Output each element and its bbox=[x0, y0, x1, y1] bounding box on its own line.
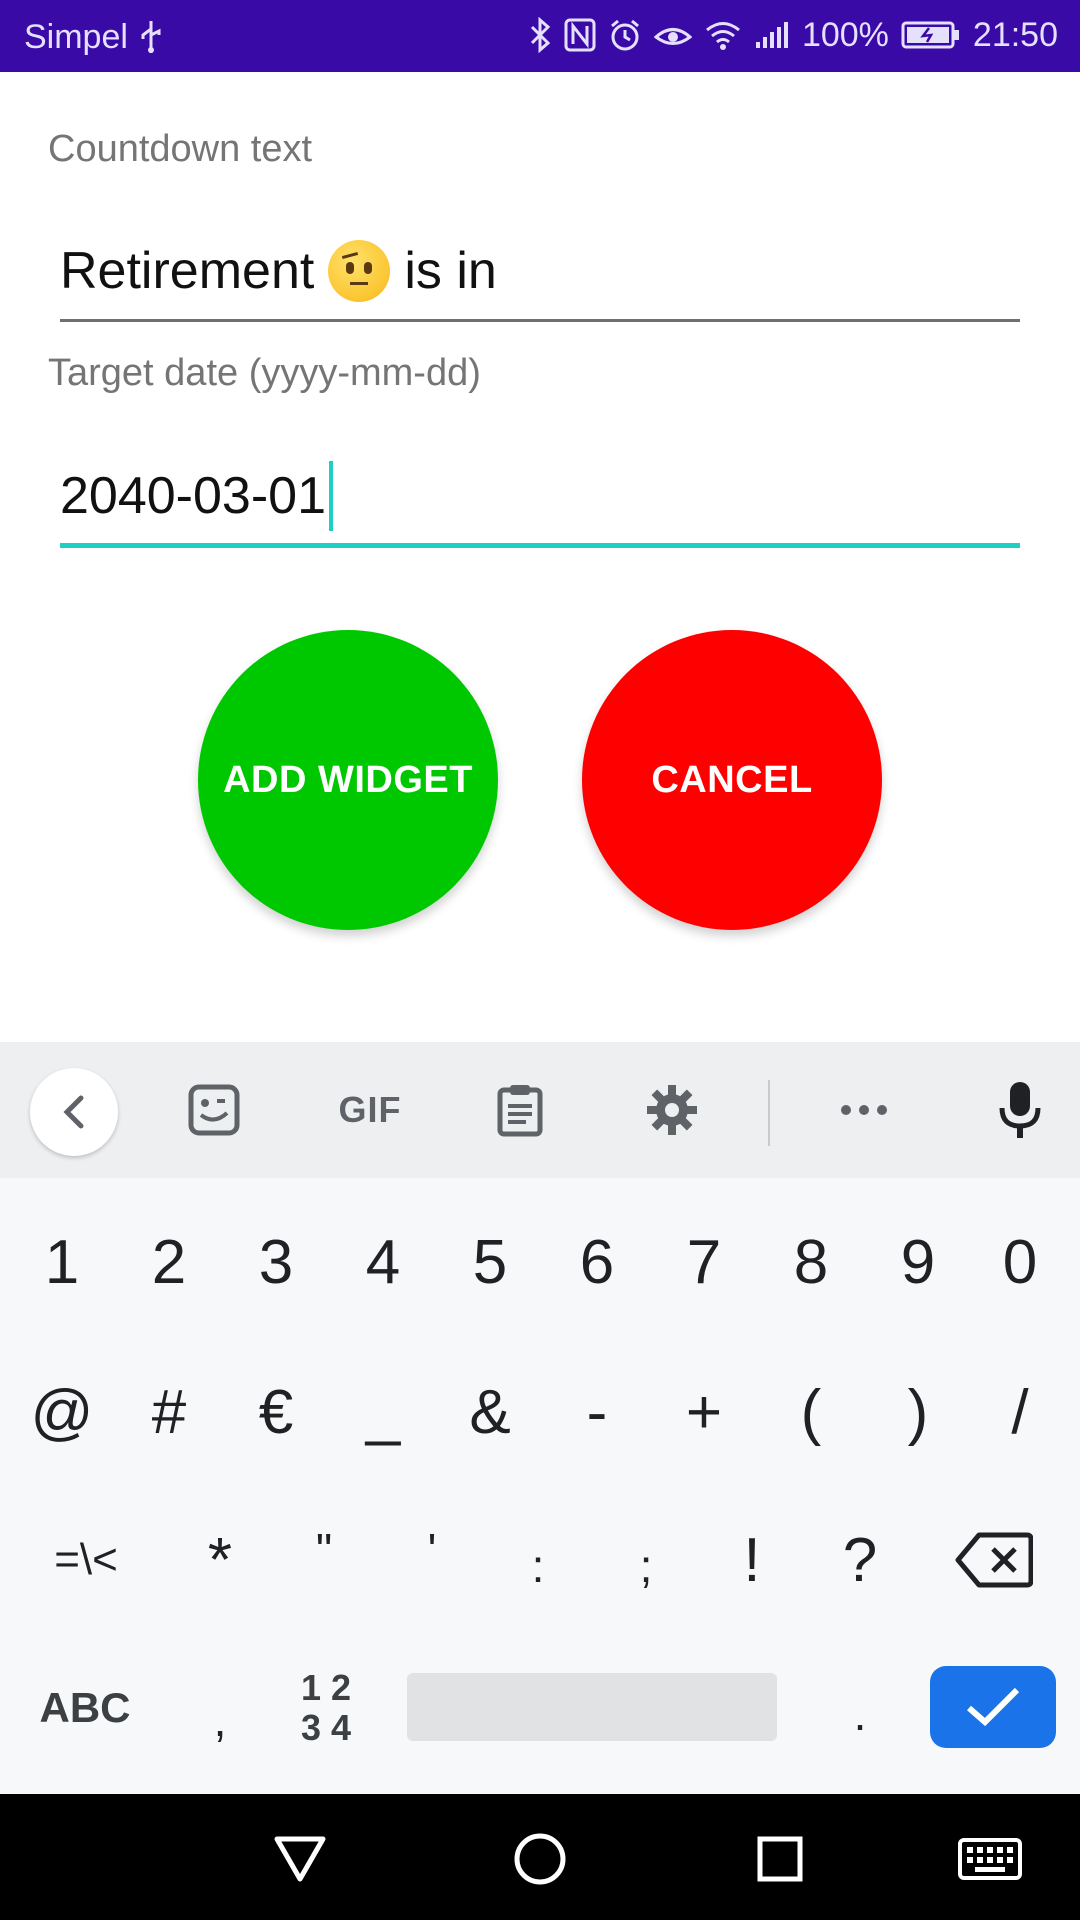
target-date-input[interactable]: 2040-03-01 bbox=[60, 448, 1020, 548]
back-triangle-icon[interactable] bbox=[265, 1824, 335, 1894]
status-left: Simpel bbox=[24, 16, 164, 58]
key-at[interactable]: @ bbox=[8, 1342, 116, 1482]
key-3[interactable]: 3 bbox=[222, 1192, 330, 1332]
key-asterisk[interactable]: * bbox=[166, 1490, 274, 1630]
eye-comfort-icon bbox=[653, 14, 692, 56]
countdown-text-part2: is in bbox=[404, 241, 497, 300]
carrier-name: Simpel bbox=[24, 17, 128, 56]
keyboard-switch-icon[interactable] bbox=[955, 1824, 1025, 1894]
countdown-text-label: Countdown text bbox=[48, 128, 313, 170]
key-slash[interactable]: / bbox=[966, 1342, 1074, 1482]
key-question[interactable]: ? bbox=[806, 1490, 914, 1630]
key-8[interactable]: 8 bbox=[757, 1192, 865, 1332]
abc-key[interactable]: ABC bbox=[30, 1638, 140, 1778]
key-exclamation[interactable]: ! bbox=[698, 1490, 806, 1630]
key-0[interactable]: 0 bbox=[966, 1192, 1074, 1332]
key-colon[interactable]: : bbox=[484, 1496, 592, 1636]
status-right: 100% 21:50 bbox=[528, 14, 1058, 56]
key-1[interactable]: 1 bbox=[8, 1192, 116, 1332]
countdown-text-part1: Retirement bbox=[60, 241, 315, 300]
cancel-button[interactable]: CANCEL bbox=[582, 630, 882, 930]
battery-percent: 100% bbox=[801, 15, 889, 54]
numpad-key[interactable]: 1 2 3 4 bbox=[272, 1638, 380, 1778]
key-open-paren[interactable]: ( bbox=[757, 1342, 865, 1482]
status-bar: Simpel 100% 21:50 bbox=[0, 0, 1080, 72]
key-7[interactable]: 7 bbox=[650, 1192, 758, 1332]
space-bar[interactable] bbox=[407, 1673, 777, 1741]
usb-icon bbox=[138, 16, 164, 58]
recents-square-icon[interactable] bbox=[745, 1824, 815, 1894]
key-6[interactable]: 6 bbox=[543, 1192, 651, 1332]
key-ampersand[interactable]: & bbox=[436, 1342, 544, 1482]
alarm-icon bbox=[608, 14, 642, 56]
key-5[interactable]: 5 bbox=[436, 1192, 544, 1332]
more-icon[interactable] bbox=[820, 1042, 908, 1178]
bluetooth-icon bbox=[528, 14, 552, 56]
sticker-icon[interactable] bbox=[170, 1042, 258, 1178]
face-with-raised-eyebrow-icon bbox=[328, 239, 391, 302]
add-widget-button[interactable]: ADD WIDGET bbox=[198, 630, 498, 930]
numpad-key-bottom: 3 4 bbox=[300, 1707, 352, 1748]
enter-key[interactable] bbox=[930, 1666, 1056, 1748]
key-single-quote[interactable]: ' bbox=[378, 1480, 486, 1620]
text-cursor bbox=[329, 460, 333, 531]
back-icon[interactable] bbox=[30, 1068, 118, 1156]
key-period[interactable]: . bbox=[806, 1644, 914, 1784]
mic-icon[interactable] bbox=[976, 1042, 1064, 1178]
key-comma[interactable]: , bbox=[166, 1650, 274, 1790]
key-hash[interactable]: # bbox=[115, 1342, 223, 1482]
key-euro[interactable]: € bbox=[222, 1342, 330, 1482]
key-plus[interactable]: + bbox=[650, 1342, 758, 1482]
key-close-paren[interactable]: ) bbox=[864, 1342, 972, 1482]
target-date-value: 2040-03-01 bbox=[60, 466, 326, 525]
key-minus[interactable]: - bbox=[543, 1342, 651, 1482]
toolbar-divider bbox=[768, 1080, 770, 1146]
backspace-icon[interactable] bbox=[940, 1490, 1048, 1630]
gif-icon[interactable]: GIF bbox=[320, 1042, 420, 1178]
key-semicolon[interactable]: ; bbox=[592, 1496, 700, 1636]
home-circle-icon[interactable] bbox=[505, 1824, 575, 1894]
navigation-bar bbox=[0, 1794, 1080, 1920]
clock: 21:50 bbox=[972, 15, 1058, 54]
key-more-symbols[interactable]: =\< bbox=[24, 1490, 148, 1630]
checkmark-icon bbox=[967, 1687, 1020, 1727]
nfc-icon bbox=[564, 14, 596, 56]
key-4[interactable]: 4 bbox=[329, 1192, 437, 1332]
clipboard-icon[interactable] bbox=[476, 1042, 564, 1178]
target-date-label: Target date (yyyy-mm-dd) bbox=[48, 352, 481, 394]
key-9[interactable]: 9 bbox=[864, 1192, 972, 1332]
settings-icon[interactable] bbox=[628, 1042, 716, 1178]
key-double-quote[interactable]: " bbox=[270, 1480, 378, 1620]
signal-icon bbox=[754, 14, 790, 56]
keyboard-toolbar: GIF bbox=[0, 1042, 1080, 1178]
countdown-text-input[interactable]: Retirement is in bbox=[60, 222, 1020, 322]
battery-icon bbox=[901, 14, 961, 56]
wifi-icon bbox=[704, 14, 742, 56]
key-underscore[interactable]: _ bbox=[329, 1342, 437, 1482]
numpad-key-top: 1 2 bbox=[300, 1667, 352, 1708]
key-2[interactable]: 2 bbox=[115, 1192, 223, 1332]
